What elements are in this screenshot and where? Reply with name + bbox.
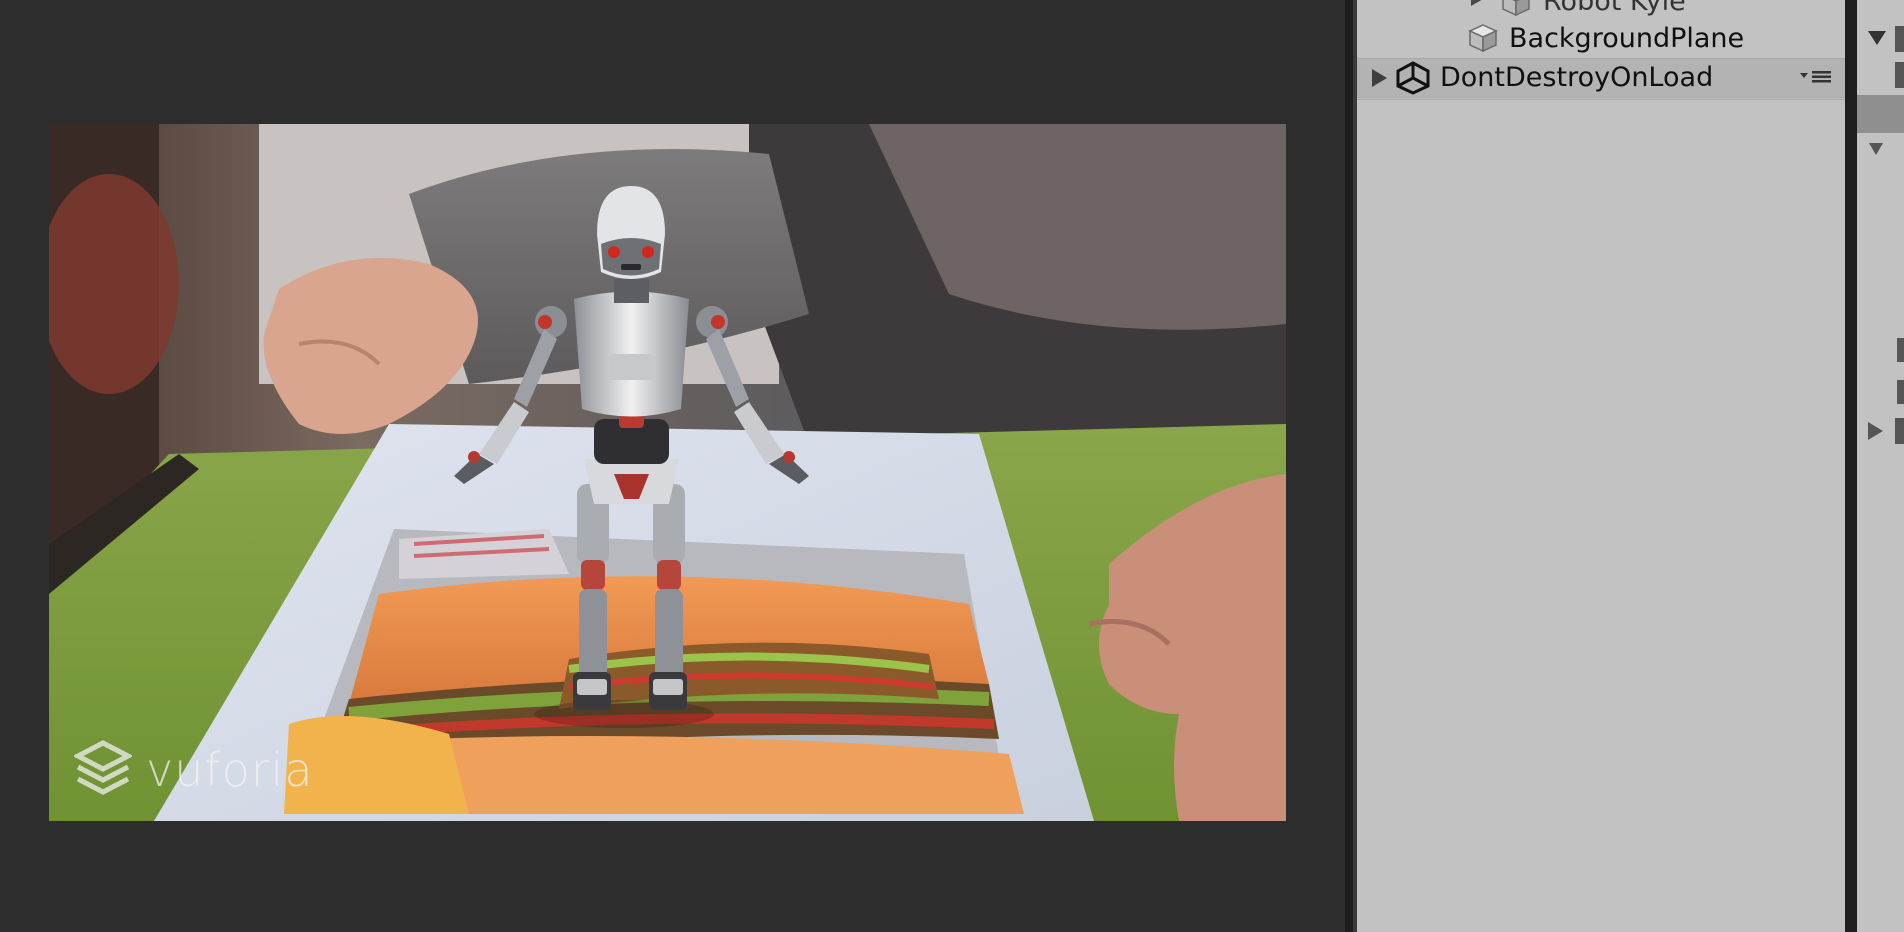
inspector-selected-row [1857,95,1904,133]
hierarchy-panel[interactable]: Robot Kyle BackgroundPlane DontDestroyOn… [1357,0,1845,932]
inspector-panel[interactable] [1857,0,1904,932]
ar-camera-feed: vuforia [49,124,1286,821]
hierarchy-item-label: BackgroundPlane [1509,23,1745,54]
cube-icon [1502,0,1530,17]
vuforia-watermark: vuforia [74,739,314,801]
unity-scene-icon [1396,61,1430,95]
panel-splitter[interactable] [1345,0,1357,932]
expand-arrow-icon[interactable] [1865,420,1885,442]
hierarchy-item-robot-kyle[interactable]: Robot Kyle [1357,0,1845,22]
vuforia-wordmark: vuforia [146,743,314,797]
hierarchy-scene-dontdestroyonload[interactable]: DontDestroyOnLoad [1357,58,1845,98]
expand-arrow-icon[interactable] [1369,67,1389,89]
hierarchy-item-label: DontDestroyOnLoad [1440,62,1714,93]
vuforia-cube-icon [74,740,132,795]
cube-icon [1468,24,1498,53]
panel-splitter[interactable] [1845,0,1857,932]
game-view[interactable]: vuforia [0,0,1345,932]
expand-arrow-icon[interactable] [1467,0,1487,8]
foldout-arrow-icon[interactable] [1867,140,1885,160]
hierarchy-item-label: Robot Kyle [1543,0,1686,17]
foldout-arrow-icon[interactable] [1866,28,1888,48]
context-menu-icon[interactable] [1799,67,1833,85]
ar-scene-image [49,124,1286,821]
hierarchy-item-background-plane[interactable]: BackgroundPlane [1357,20,1845,58]
